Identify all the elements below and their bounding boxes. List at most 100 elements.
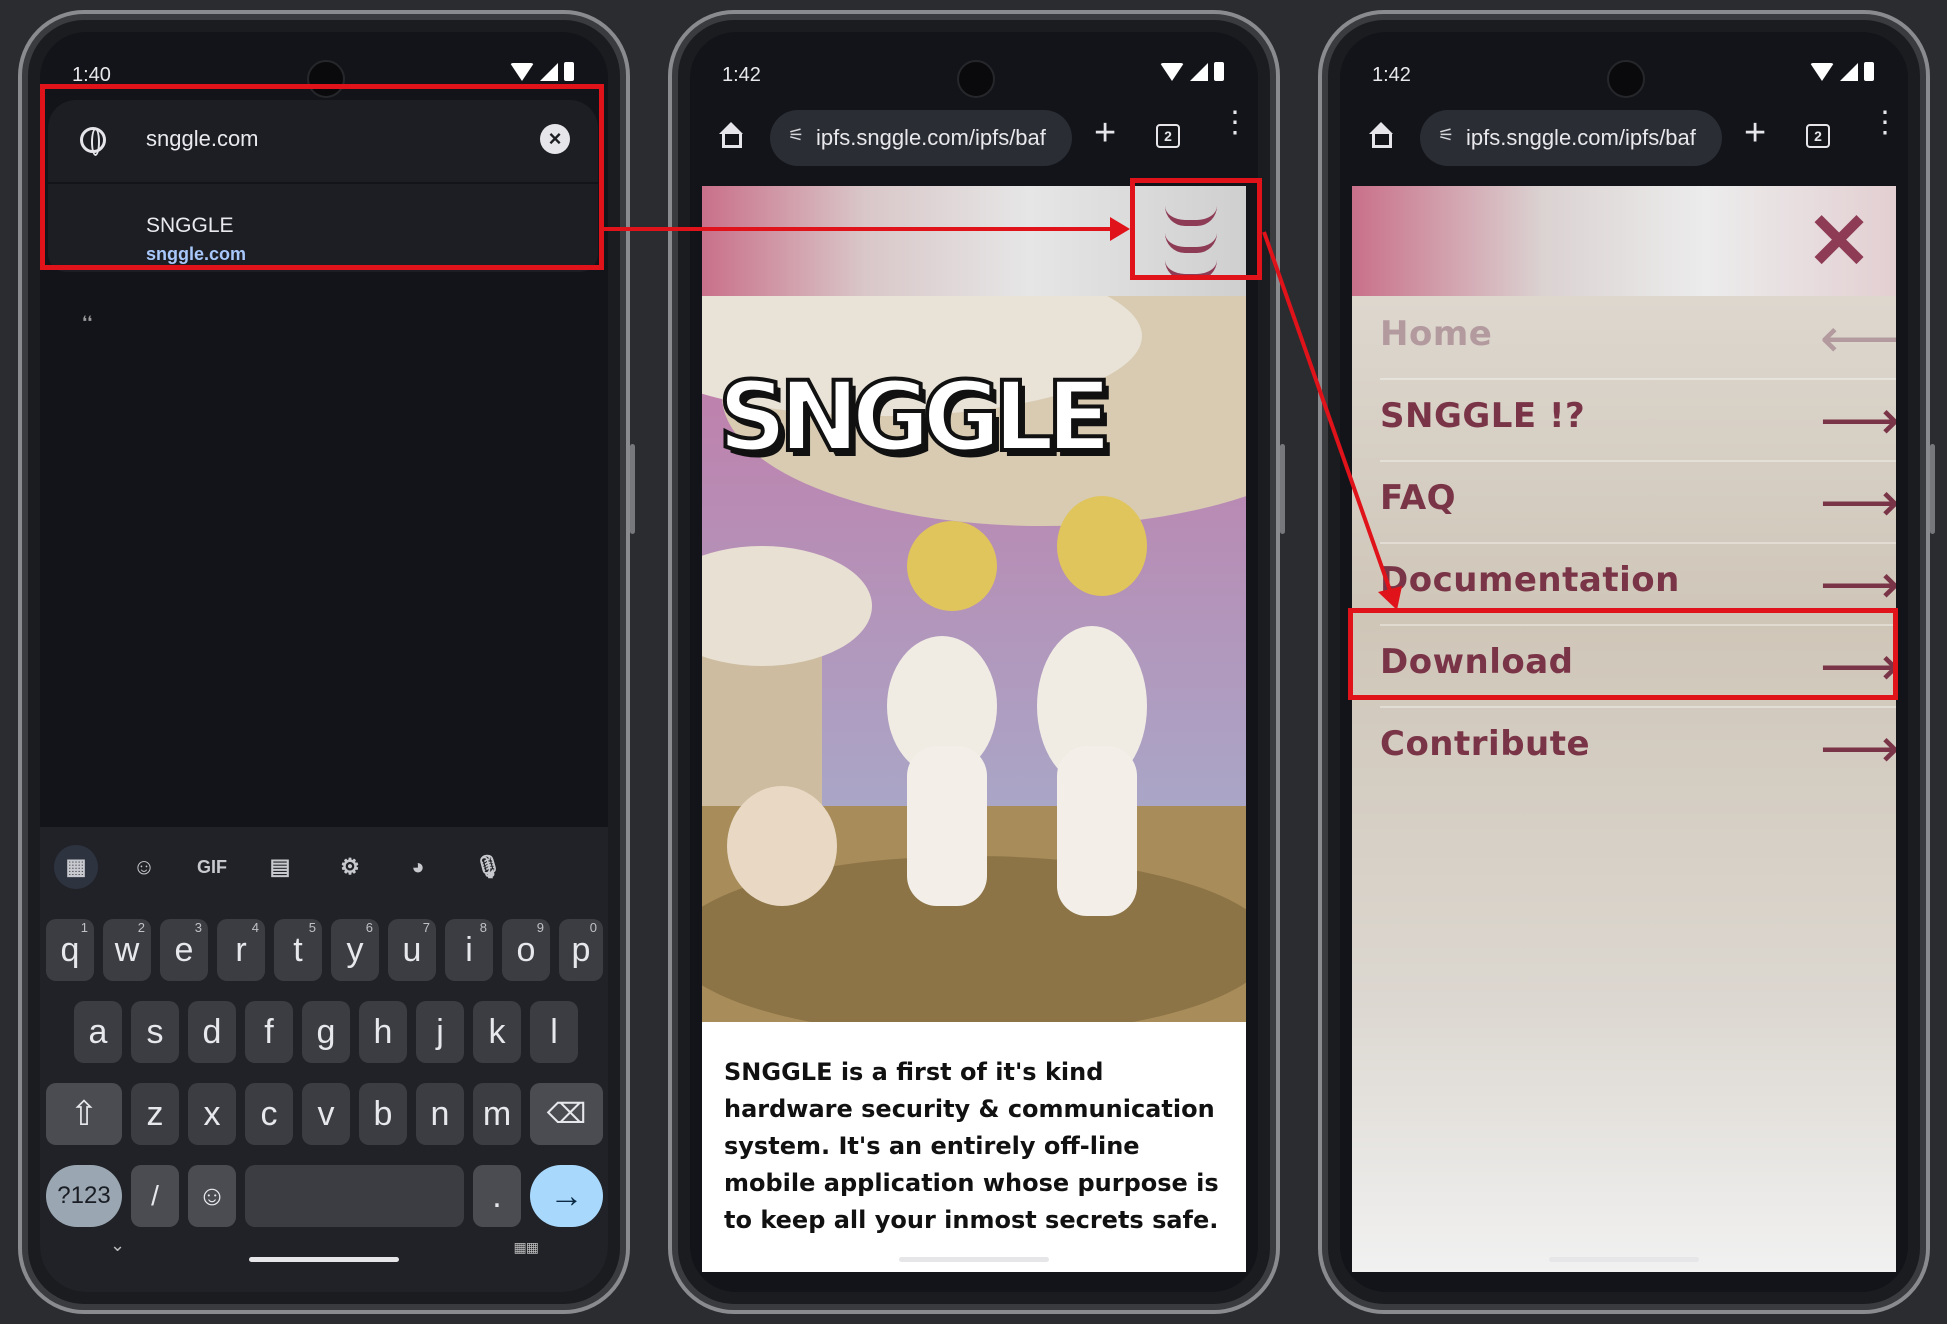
key-k[interactable]: k [473, 1001, 521, 1063]
key-a[interactable]: a [74, 1001, 122, 1063]
status-icons [510, 62, 574, 81]
key-u[interactable]: u7 [388, 919, 436, 981]
slash-key[interactable]: / [131, 1165, 179, 1227]
key-p[interactable]: p0 [559, 919, 603, 981]
gif-button[interactable]: GIF [190, 845, 234, 889]
wifi-icon [1810, 62, 1834, 81]
home-icon[interactable] [1368, 122, 1394, 148]
tab-switcher-button[interactable]: 2 [1156, 124, 1180, 148]
menu-item-label: Contribute [1380, 724, 1591, 764]
key-j[interactable]: j [416, 1001, 464, 1063]
highlight-download [1348, 608, 1898, 700]
menu-item-label: Home [1380, 314, 1493, 354]
key-c[interactable]: c [245, 1083, 293, 1145]
cellular-icon [540, 62, 558, 81]
clipboard-icon[interactable]: ▤ [258, 845, 302, 889]
new-tab-icon[interactable]: + [1094, 114, 1116, 152]
hero-illustration [702, 186, 1246, 1022]
browser-toolbar: ⚟ ipfs.snggle.com/ipfs/baf + 2 ⋮ [690, 100, 1258, 180]
emoji-key[interactable]: ☺ [188, 1165, 236, 1227]
key-g[interactable]: g [302, 1001, 350, 1063]
highlight-omnibox [40, 84, 604, 270]
shift-key[interactable]: ⇧ [46, 1083, 122, 1145]
key-t[interactable]: t5 [274, 919, 322, 981]
hide-keyboard-chevron-icon[interactable]: ⌄ [110, 1235, 125, 1256]
soft-keyboard: ▦ ☺ GIF ▤ ⚙ ◕ 🎙 q1 w2 e3 r4 t5 y6 u7 i8 … [40, 827, 608, 1292]
key-l[interactable]: l [530, 1001, 578, 1063]
period-key[interactable]: . [473, 1165, 521, 1227]
backspace-key[interactable]: ⌫ [530, 1083, 603, 1145]
address-bar[interactable]: ⚟ ipfs.snggle.com/ipfs/baf [770, 110, 1072, 166]
hero-image: SNGGLE [702, 186, 1246, 1022]
site-description: SNGGLE is a first of it's kind hardware … [724, 1058, 1219, 1234]
key-o[interactable]: o9 [502, 919, 550, 981]
key-y[interactable]: y6 [331, 919, 379, 981]
menu-item-home[interactable]: Home ⟵ [1380, 296, 1896, 380]
webpage: SNGGLE SNGGLE is a first of it's kind ha… [702, 186, 1246, 1272]
close-menu-icon[interactable]: ✕ [1804, 202, 1874, 280]
front-camera [957, 60, 995, 98]
status-icons [1160, 62, 1224, 81]
symbols-key[interactable]: ?123 [46, 1165, 122, 1227]
site-settings-icon[interactable]: ⚟ [1438, 125, 1454, 146]
gesture-nav-bar[interactable] [249, 1257, 399, 1262]
new-tab-icon[interactable]: + [1744, 114, 1766, 152]
sticker-icon[interactable]: ☺ [122, 845, 166, 889]
key-e[interactable]: e3 [160, 919, 208, 981]
arrow-right-icon: ⟶ [1819, 388, 1896, 451]
key-d[interactable]: d [188, 1001, 236, 1063]
key-z[interactable]: z [131, 1083, 179, 1145]
key-w[interactable]: w2 [103, 919, 151, 981]
theme-palette-icon[interactable]: ◕ [396, 845, 440, 889]
menu-item-contribute[interactable]: Contribute ⟶ [1380, 706, 1896, 788]
url-text: ipfs.snggle.com/ipfs/baf [816, 125, 1046, 150]
key-x[interactable]: x [188, 1083, 236, 1145]
battery-icon [564, 62, 574, 81]
webpage-menu-open: ✕ Home ⟵ SNGGLE !? ⟶ FAQ ⟶ Documentation… [1352, 186, 1896, 1272]
highlight-hamburger [1130, 178, 1262, 280]
wifi-icon [1160, 62, 1184, 81]
overflow-menu-icon[interactable]: ⋮ [1870, 108, 1900, 138]
go-key[interactable]: → [530, 1165, 603, 1227]
overflow-menu-icon[interactable]: ⋮ [1220, 108, 1250, 138]
snggle-logo: SNGGLE [716, 359, 1114, 475]
menu-item-label: Documentation [1380, 560, 1680, 600]
key-m[interactable]: m [473, 1083, 521, 1145]
home-icon[interactable] [718, 122, 744, 148]
browser-toolbar: ⚟ ipfs.snggle.com/ipfs/baf + 2 ⋮ [1340, 100, 1908, 180]
address-bar[interactable]: ⚟ ipfs.snggle.com/ipfs/baf [1420, 110, 1722, 166]
arrow-right-icon: ⟶ [1819, 552, 1896, 615]
key-s[interactable]: s [131, 1001, 179, 1063]
key-h[interactable]: h [359, 1001, 407, 1063]
key-q[interactable]: q1 [46, 919, 94, 981]
key-f[interactable]: f [245, 1001, 293, 1063]
cellular-icon [1840, 62, 1858, 81]
menu-item-label: FAQ [1380, 478, 1457, 518]
arrow-right-icon: ⟶ [1819, 470, 1896, 533]
space-key[interactable] [245, 1165, 464, 1227]
front-camera [1607, 60, 1645, 98]
gesture-nav-bar[interactable] [1549, 1257, 1699, 1262]
settings-gear-icon[interactable]: ⚙ [328, 845, 372, 889]
key-n[interactable]: n [416, 1083, 464, 1145]
apps-grid-icon[interactable]: ▦ [54, 845, 98, 889]
key-v[interactable]: v [302, 1083, 350, 1145]
site-favicon-icon: ❛❛ [82, 314, 93, 331]
key-r[interactable]: r4 [217, 919, 265, 981]
menu-item-snggle[interactable]: SNGGLE !? ⟶ [1380, 378, 1896, 462]
menu-item-label: SNGGLE !? [1380, 396, 1586, 436]
gesture-nav-bar[interactable] [899, 1257, 1049, 1262]
battery-icon [1864, 62, 1874, 81]
menu-item-faq[interactable]: FAQ ⟶ [1380, 460, 1896, 544]
tab-switcher-button[interactable]: 2 [1806, 124, 1830, 148]
wifi-icon [510, 62, 534, 81]
key-b[interactable]: b [359, 1083, 407, 1145]
battery-icon [1214, 62, 1224, 81]
arrow-left-icon: ⟵ [1819, 306, 1896, 369]
arrow-right-icon: ⟶ [1819, 716, 1896, 779]
keyboard-switch-icon[interactable]: ▦▦ [514, 1239, 539, 1256]
microphone-icon[interactable]: 🎙 [466, 845, 510, 889]
key-i[interactable]: i8 [445, 919, 493, 981]
site-settings-icon[interactable]: ⚟ [788, 125, 804, 146]
keyboard-toolbar: ▦ ☺ GIF ▤ ⚙ ◕ 🎙 [40, 837, 608, 897]
